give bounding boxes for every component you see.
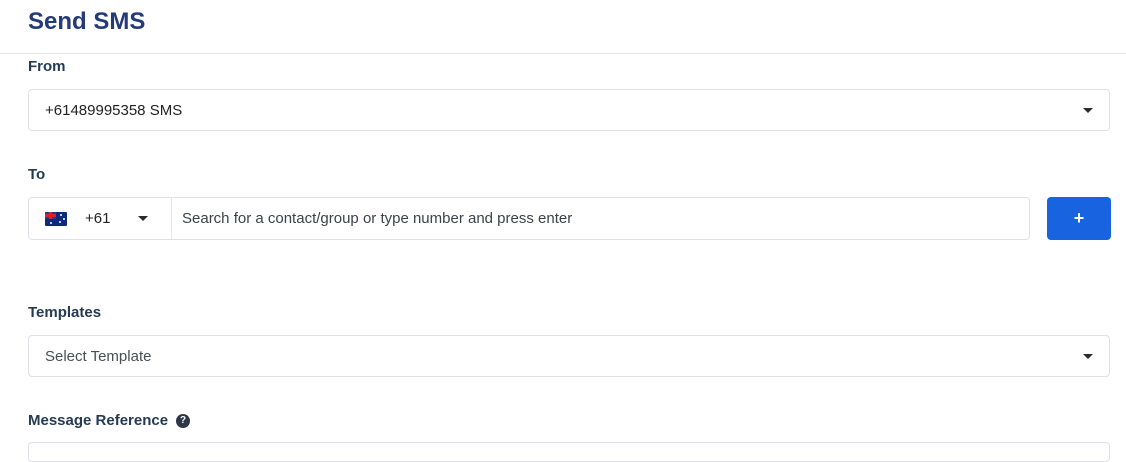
templates-label: Templates bbox=[28, 303, 101, 323]
to-label: To bbox=[28, 165, 45, 185]
recipient-search-input[interactable] bbox=[172, 198, 1029, 239]
chevron-down-icon[interactable] bbox=[138, 216, 149, 221]
message-reference-label-text: Message Reference bbox=[28, 412, 169, 429]
to-recipient-field: +61 bbox=[28, 197, 1030, 240]
message-reference-input[interactable] bbox=[28, 442, 1110, 462]
dial-code: +61 bbox=[85, 210, 111, 227]
add-recipient-button[interactable]: + bbox=[1047, 197, 1111, 240]
header-divider bbox=[0, 53, 1126, 54]
templates-placeholder: Select Template bbox=[45, 347, 152, 365]
country-code-select[interactable]: +61 bbox=[29, 198, 172, 239]
chevron-down-icon[interactable] bbox=[1083, 107, 1093, 113]
to-label-text: To bbox=[28, 166, 46, 183]
chevron-down-icon[interactable] bbox=[1083, 353, 1093, 359]
australia-flag-icon bbox=[45, 211, 67, 226]
from-selected-value: +61489995358 SMS bbox=[45, 101, 183, 119]
templates-select[interactable]: Select Template bbox=[28, 335, 1110, 377]
message-reference-label: Message Reference ? bbox=[28, 411, 191, 431]
from-select[interactable]: +61489995358 SMS bbox=[28, 89, 1110, 131]
page-title: Send SMS bbox=[28, 8, 146, 35]
from-label: From bbox=[28, 57, 66, 77]
question-circle-icon[interactable]: ? bbox=[176, 414, 191, 428]
templates-label-text: Templates bbox=[28, 304, 102, 321]
from-label-text: From bbox=[28, 58, 66, 75]
